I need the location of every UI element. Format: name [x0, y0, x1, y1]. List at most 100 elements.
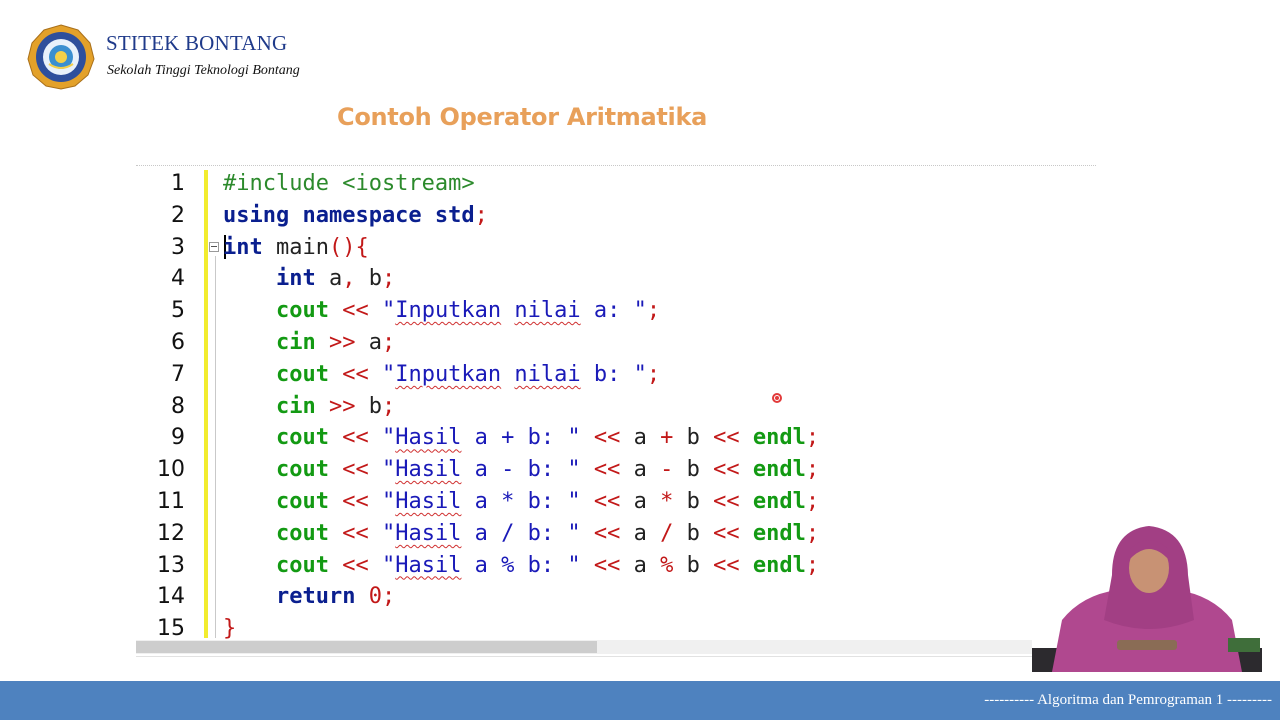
code-token: a: [368, 330, 382, 355]
code-token: <<: [328, 457, 382, 483]
code-token: ;: [381, 330, 396, 355]
code-token: <<: [580, 425, 634, 451]
code-token: ;: [805, 520, 820, 546]
code-token: 0: [368, 584, 382, 610]
code-token: >>: [315, 330, 369, 355]
code-token: endl: [752, 457, 806, 483]
code-line[interactable]: 7 cout << "Inputkan nilai b: ";: [136, 359, 1096, 391]
code-token: cout: [275, 520, 329, 546]
code-line[interactable]: 9 cout << "Hasil a + b: " << a + b << en…: [136, 422, 1096, 454]
spellcheck-token: Hasil: [395, 457, 462, 483]
line-source: cin >> b;: [223, 391, 395, 423]
line-source: cout << "Hasil a * b: " << a * b << endl…: [223, 486, 819, 518]
code-token: <<: [580, 457, 634, 483]
code-token: a: ": [580, 298, 647, 324]
code-line[interactable]: 11 cout << "Hasil a * b: " << a * b << e…: [136, 486, 1096, 518]
spellcheck-token: Hasil: [395, 489, 462, 514]
line-number: 3: [171, 234, 185, 260]
code-token: <<: [699, 457, 753, 483]
code-token: b: [686, 489, 700, 514]
code-token: b: [686, 520, 700, 546]
code-token: ": [381, 425, 396, 451]
horizontal-scrollbar[interactable]: [136, 640, 1096, 654]
code-token: b: [368, 393, 382, 419]
code-token: a * b: ": [461, 489, 581, 514]
code-line[interactable]: 4 int a, b;: [136, 263, 1096, 295]
code-token: /: [646, 520, 687, 546]
code-line[interactable]: 13 cout << "Hasil a % b: " << a % b << e…: [136, 550, 1096, 582]
code-token: ;: [646, 361, 661, 387]
spellcheck-token: Inputkan: [395, 361, 502, 387]
code-line[interactable]: 12 cout << "Hasil a / b: " << a / b << e…: [136, 518, 1096, 550]
code-token: %: [646, 552, 687, 578]
line-number: 6: [171, 330, 185, 355]
spellcheck-token: Hasil: [395, 552, 462, 578]
code-token: endl: [752, 552, 806, 578]
code-token: <<: [699, 489, 753, 514]
course-title: ---------- Algoritma dan Pemrograman 1 -…: [984, 692, 1272, 708]
code-token: a + b: ": [461, 425, 581, 451]
code-token: >>: [315, 393, 369, 419]
code-line[interactable]: 2 using namespace std;: [136, 200, 1096, 232]
spellcheck-token: Hasil: [395, 425, 462, 451]
code-line[interactable]: 6 cin >> a;: [136, 327, 1096, 359]
code-token: <<: [328, 489, 382, 514]
code-token: <<: [580, 520, 634, 546]
code-token: ;: [646, 298, 661, 324]
line-number: 11: [157, 489, 185, 514]
code-token: b: [686, 552, 700, 578]
code-token: a - b: ": [461, 457, 581, 483]
code-token: using namespace std: [223, 202, 475, 228]
code-line[interactable]: 5 cout << "Inputkan nilai a: ";: [136, 295, 1096, 327]
line-number: 4: [171, 266, 185, 292]
code-line[interactable]: 10 cout << "Hasil a - b: " << a - b << e…: [136, 454, 1096, 486]
code-token: ": [381, 361, 396, 387]
code-line[interactable]: 15}: [136, 613, 1096, 640]
code-token: a: [633, 552, 647, 578]
code-line[interactable]: 3 int main(){: [136, 232, 1096, 264]
code-editor[interactable]: 1 #include <iostream> 2 using namespace std…: [136, 168, 1096, 640]
line-source: cin >> a;: [223, 327, 395, 359]
code-line[interactable]: 14 return 0;: [136, 581, 1096, 613]
code-token: (){: [328, 234, 369, 260]
code-line[interactable]: 8 cin >> b;: [136, 391, 1096, 423]
spellcheck-token: Hasil: [395, 520, 462, 546]
editor-bottom-divider: [136, 656, 1096, 657]
code-token: cout: [275, 361, 329, 387]
code-token: *: [646, 489, 687, 514]
code-token: cout: [275, 552, 329, 578]
code-token: }: [223, 616, 237, 640]
code-token: endl: [752, 520, 806, 546]
code-token: ": [381, 298, 396, 324]
code-token: return: [275, 584, 356, 610]
institution-subtitle: Sekolah Tinggi Teknologi Bontang: [107, 63, 300, 78]
line-number: 1: [171, 171, 185, 196]
code-line[interactable]: 1 #include <iostream>: [136, 168, 1096, 200]
code-token: <<: [580, 552, 634, 578]
code-token: cin: [275, 330, 316, 355]
code-token: cout: [275, 457, 329, 483]
mouse-pointer-icon: [772, 393, 782, 403]
line-number: 8: [171, 393, 185, 419]
code-token: ": [381, 552, 396, 578]
spellcheck-token: Inputkan: [395, 298, 502, 324]
line-source: int main(){: [223, 232, 369, 264]
code-token: cout: [275, 489, 329, 514]
line-number: 9: [171, 425, 185, 451]
scrollbar-thumb[interactable]: [136, 641, 597, 653]
code-token: <<: [328, 520, 382, 546]
code-token: main: [262, 234, 329, 260]
line-source: #include <iostream>: [223, 168, 475, 200]
code-token: <<: [328, 298, 382, 324]
line-number: 13: [157, 552, 185, 578]
spellcheck-token: nilai: [514, 361, 581, 387]
line-source: return 0;: [223, 581, 395, 613]
code-token: <<: [699, 552, 753, 578]
code-token: a: [633, 489, 647, 514]
code-token: b: [686, 425, 700, 451]
